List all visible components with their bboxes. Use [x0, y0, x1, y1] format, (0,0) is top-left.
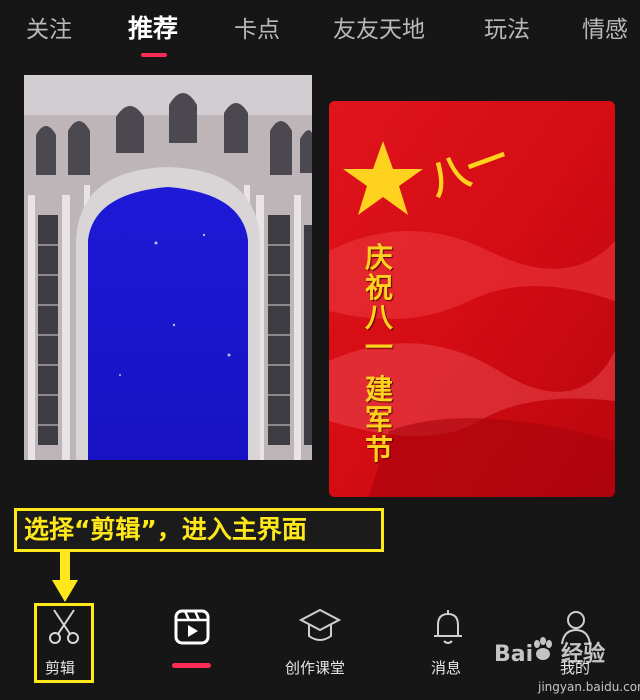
instruction-callout: 选择“剪辑”，进入主界面: [14, 508, 384, 552]
template-card-building[interactable]: [24, 75, 312, 460]
title-char: 建: [364, 373, 393, 406]
watermark-brand-suffix: 经验: [561, 642, 606, 667]
army-day-vertical-title: 庆 祝 八 一 建 军 节: [359, 243, 399, 465]
nav-label-edit[interactable]: 剪辑: [45, 657, 75, 678]
category-tabs: 关注 推荐 卡点 友友天地 玩法 情感: [0, 0, 640, 60]
tab-emotion[interactable]: 情感: [582, 10, 628, 44]
title-char: 军: [364, 403, 393, 436]
title-char: 祝: [364, 271, 393, 304]
app-screen: 关注 推荐 卡点 友友天地 玩法 情感 八一 庆 祝 八 一 建 军 节 选择“…: [0, 0, 640, 700]
tab-recommend[interactable]: 推荐: [128, 9, 178, 45]
active-tab-indicator: [141, 53, 167, 57]
tab-beat-sync[interactable]: 卡点: [234, 10, 280, 44]
title-char: 节: [364, 433, 393, 466]
clapperboard-play-icon[interactable]: [173, 608, 211, 646]
tab-follow[interactable]: 关注: [26, 10, 72, 44]
scissors-icon[interactable]: [46, 608, 82, 646]
title-char: 庆: [364, 241, 393, 274]
watermark-url: jingyan.baidu.com: [538, 680, 640, 694]
nav-active-indicator: [172, 663, 211, 668]
bell-icon[interactable]: [430, 608, 466, 648]
watermark-brand: Bai 经验: [494, 636, 605, 668]
title-char: 一: [364, 331, 393, 364]
tab-friends-world[interactable]: 友友天地: [333, 10, 425, 44]
nav-label-creative-class[interactable]: 创作课堂: [285, 657, 345, 678]
nav-label-messages[interactable]: 消息: [431, 657, 461, 678]
title-char: 八: [364, 301, 393, 334]
graduation-cap-icon[interactable]: [299, 606, 341, 646]
down-arrow-icon: [52, 552, 78, 602]
watermark-brand-text: Bai: [494, 642, 534, 667]
building-thumbnail: [24, 75, 312, 460]
tab-gameplay[interactable]: 玩法: [484, 10, 530, 44]
